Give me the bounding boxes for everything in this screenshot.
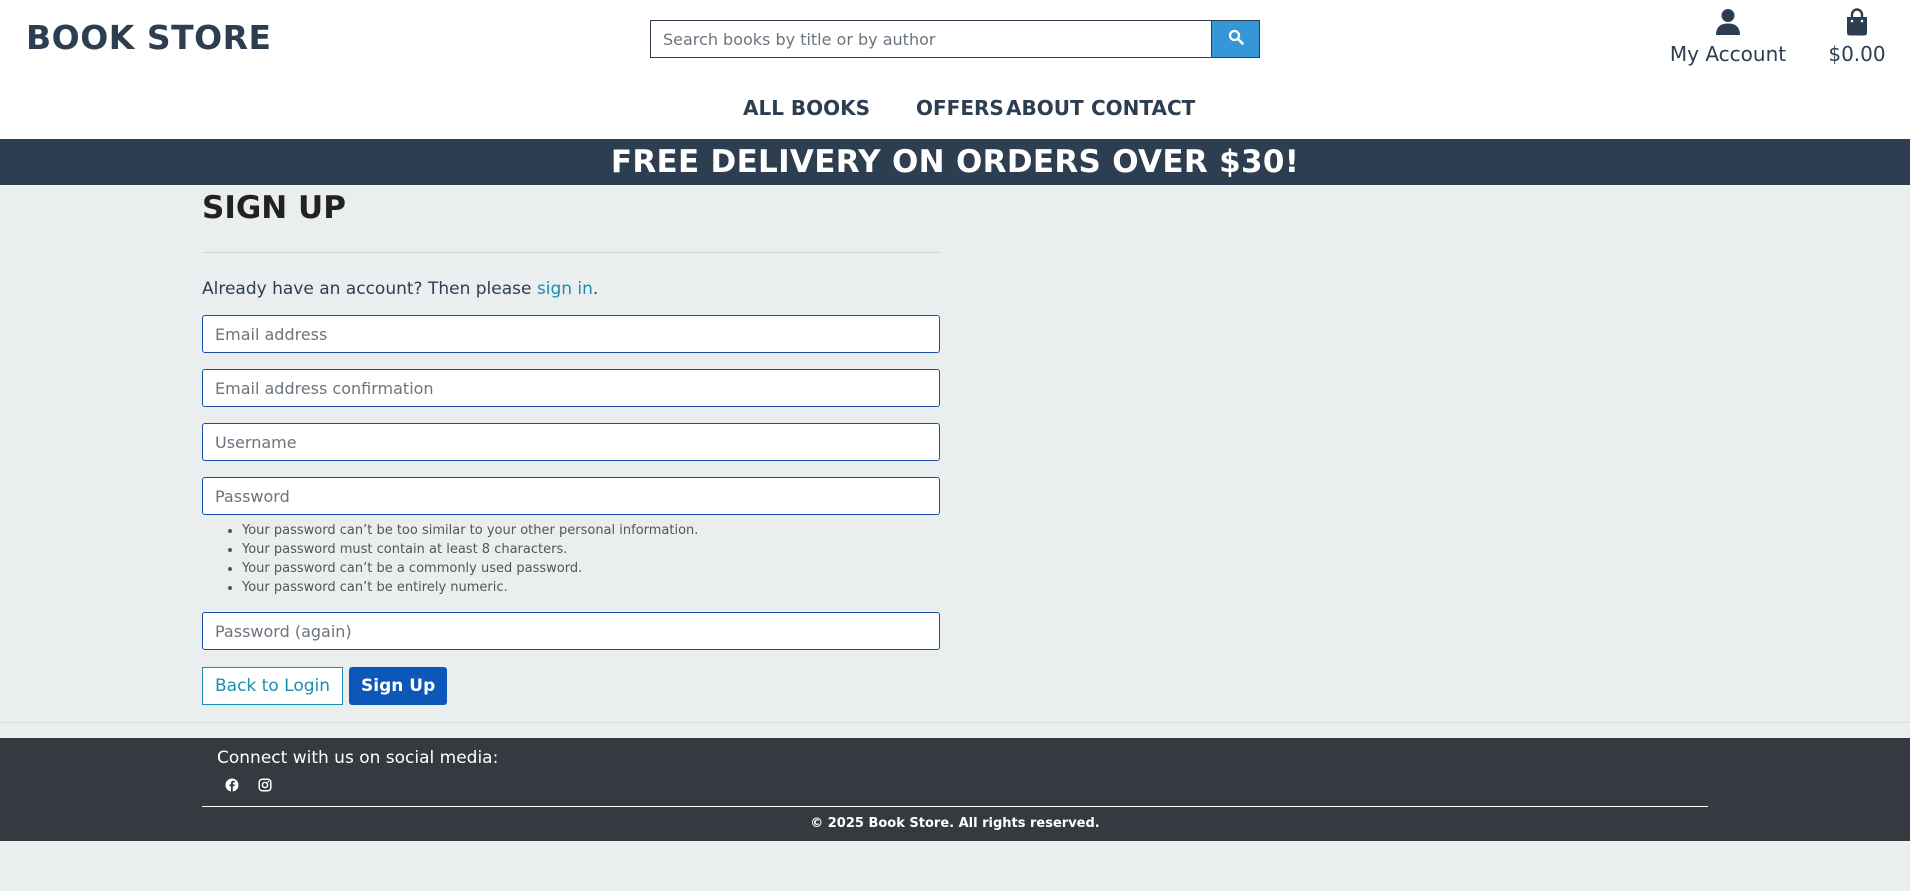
title-divider	[202, 252, 940, 253]
shopping-bag-icon	[1845, 8, 1869, 40]
my-account-link[interactable]: My Account	[1660, 8, 1796, 68]
nav-all-books[interactable]: ALL BOOKS	[743, 96, 870, 120]
password-help-item: Your password can’t be a commonly used p…	[242, 559, 940, 578]
nav-about[interactable]: ABOUT	[1006, 96, 1084, 120]
search-button[interactable]	[1211, 20, 1260, 58]
copyright-text: © 2025 Book Store. All rights reserved.	[810, 816, 1100, 831]
page-title: SIGN UP	[202, 190, 346, 226]
free-delivery-banner: FREE DELIVERY ON ORDERS OVER $30!	[0, 139, 1910, 185]
signup-form: Your password can’t be too similar to yo…	[202, 315, 940, 705]
facebook-icon[interactable]	[224, 777, 240, 793]
site-header: BOOK STORE My Account	[0, 0, 1910, 139]
social-title: Connect with us on social media:	[217, 748, 499, 768]
username-field[interactable]	[202, 423, 940, 461]
site-logo[interactable]: BOOK STORE	[26, 18, 272, 57]
my-account-label: My Account	[1669, 42, 1787, 66]
signin-note-text: Already have an account? Then please	[202, 279, 537, 299]
password-help-item: Your password can’t be entirely numeric.	[242, 578, 940, 597]
password-help-list: Your password can’t be too similar to yo…	[242, 521, 940, 597]
instagram-icon[interactable]	[257, 777, 273, 793]
nav-offers[interactable]: OFFERS	[916, 96, 1004, 120]
signin-note-period: .	[592, 279, 599, 299]
email-confirm-field[interactable]	[202, 369, 940, 407]
cart-total: $0.00	[1828, 42, 1886, 66]
site-footer: Connect with us on social media: © 2025 …	[0, 738, 1910, 841]
signin-note: Already have an account? Then please sig…	[202, 279, 940, 301]
email-field[interactable]	[202, 315, 940, 353]
password-help-item: Your password must contain at least 8 ch…	[242, 540, 940, 559]
sign-up-button[interactable]: Sign Up	[349, 667, 448, 705]
footer-divider	[202, 806, 1708, 807]
password-again-field[interactable]	[202, 612, 940, 650]
signup-section: SIGN UP Already have an account? Then pl…	[202, 190, 940, 705]
social-icons	[224, 777, 273, 793]
search-input[interactable]	[650, 20, 1211, 58]
form-actions: Back to Login Sign Up	[202, 667, 940, 705]
password-help-item: Your password can’t be too similar to yo…	[242, 521, 940, 540]
main-nav: ALL BOOKS OFFERS ABOUT CONTACT	[0, 96, 1910, 120]
password-field[interactable]	[202, 477, 940, 515]
cart-link[interactable]: $0.00	[1822, 8, 1892, 68]
user-icon	[1715, 9, 1741, 40]
search-bar	[650, 20, 1260, 58]
search-icon	[1228, 29, 1244, 49]
page-divider	[0, 722, 1910, 723]
sign-in-link[interactable]: sign in	[537, 279, 593, 299]
back-to-login-button[interactable]: Back to Login	[202, 667, 344, 705]
nav-contact[interactable]: CONTACT	[1091, 96, 1195, 120]
